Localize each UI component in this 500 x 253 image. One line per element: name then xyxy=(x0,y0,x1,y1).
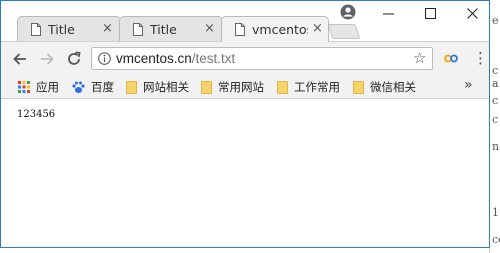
bookmark-baidu[interactable]: 百度 xyxy=(72,79,114,95)
folder-icon xyxy=(277,80,288,94)
browser-toolbar: vmcentos.cn/test.txt ☆ ⋮ xyxy=(1,41,489,75)
bookmarks-bar: 应用 百度 网站相关 常用网站 工作常用 微信相关 » xyxy=(1,75,489,99)
minimize-icon xyxy=(382,13,394,14)
bookmark-folder-work[interactable]: 工作常用 xyxy=(277,79,340,95)
url-text[interactable]: vmcentos.cn/test.txt xyxy=(116,51,235,66)
bookmark-folder-wechat[interactable]: 微信相关 xyxy=(353,79,416,95)
tab-title-2[interactable]: Title × xyxy=(119,16,223,42)
text-file-content: 123456 xyxy=(17,109,56,120)
document-icon xyxy=(31,23,41,36)
bookmark-label: 应用 xyxy=(36,80,59,94)
tab-close-icon[interactable]: × xyxy=(102,21,113,37)
apps-grid-icon xyxy=(18,81,30,93)
browser-window: Title × Title × vmcentos × vmcentos.cn/t… xyxy=(0,0,490,248)
close-icon xyxy=(466,7,478,19)
address-bar[interactable]: vmcentos.cn/test.txt ☆ xyxy=(91,47,433,70)
desktop-background-sliver: e c a c c n 1 ce xyxy=(489,0,500,253)
info-icon[interactable] xyxy=(98,52,111,65)
back-arrow-icon[interactable] xyxy=(11,50,29,68)
url-host: vmcentos.cn xyxy=(116,51,192,66)
desktop-text-fragment: e xyxy=(492,14,499,27)
reload-icon[interactable] xyxy=(65,50,83,68)
desktop-text-fragment: 1 xyxy=(492,206,499,219)
tab-close-icon[interactable]: × xyxy=(204,21,215,37)
tab-title-1[interactable]: Title × xyxy=(17,16,121,42)
desktop-text-fragment: n xyxy=(492,140,500,153)
new-tab-button[interactable] xyxy=(327,24,361,39)
desktop-text-fragment: a xyxy=(492,77,499,90)
tab-label: vmcentos xyxy=(252,22,308,37)
tab-vmcentos[interactable]: vmcentos × xyxy=(221,16,329,42)
minimize-button[interactable] xyxy=(371,1,405,25)
more-bookmarks-chevron-icon[interactable]: » xyxy=(464,77,473,93)
bookmark-label: 百度 xyxy=(91,80,114,94)
bookmark-label: 工作常用 xyxy=(294,80,340,94)
desktop-text-fragment: c xyxy=(492,113,499,126)
folder-icon xyxy=(126,80,137,94)
extension-icon[interactable] xyxy=(444,54,458,63)
folder-icon xyxy=(353,80,364,94)
desktop-text-fragment: c xyxy=(492,94,499,107)
profile-icon[interactable] xyxy=(340,4,356,20)
forward-arrow-icon[interactable] xyxy=(38,50,56,68)
folder-icon xyxy=(201,80,212,94)
close-window-button[interactable] xyxy=(455,1,489,25)
desktop-text-fragment: c xyxy=(492,64,499,77)
document-icon xyxy=(133,23,143,36)
document-icon xyxy=(235,23,245,36)
desktop-text-fragment: ce xyxy=(492,233,500,246)
browser-menu-icon[interactable]: ⋮ xyxy=(473,49,488,67)
baidu-paw-icon xyxy=(72,81,85,93)
bookmark-label: 微信相关 xyxy=(370,80,416,94)
maximize-icon xyxy=(424,7,436,19)
bookmark-star-icon[interactable]: ☆ xyxy=(413,49,426,67)
url-path: /test.txt xyxy=(191,51,236,66)
bookmark-folder-site-related[interactable]: 网站相关 xyxy=(126,79,189,95)
maximize-button[interactable] xyxy=(413,1,447,25)
bookmark-label: 网站相关 xyxy=(143,80,189,94)
title-bar[interactable]: Title × Title × vmcentos × xyxy=(1,1,489,42)
tab-close-icon[interactable]: × xyxy=(312,21,323,37)
bookmark-folder-common-sites[interactable]: 常用网站 xyxy=(201,79,264,95)
bookmark-apps[interactable]: 应用 xyxy=(18,79,59,95)
bookmark-label: 常用网站 xyxy=(218,80,264,94)
tab-label: Title xyxy=(150,22,177,37)
tab-label: Title xyxy=(48,22,75,37)
page-content: 123456 xyxy=(1,99,489,247)
